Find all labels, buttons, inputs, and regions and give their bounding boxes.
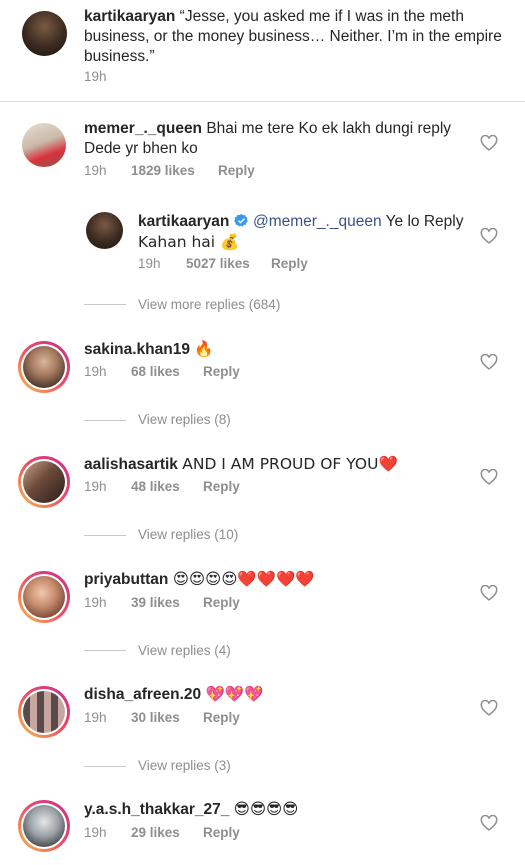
heart-outline-icon[interactable]: [480, 354, 498, 370]
view-more-replies[interactable]: View more replies (684): [138, 297, 280, 312]
story-ring-avatar[interactable]: [18, 456, 70, 508]
reply-avatar[interactable]: [86, 212, 123, 249]
view-replies-line: [84, 420, 126, 421]
comment-body-line1: Bhai me tere Ko ek lakh dungi reply: [206, 120, 452, 137]
reply-button[interactable]: Reply: [203, 710, 240, 725]
view-replies-line: [84, 535, 126, 536]
comment-body: 💖💖💖: [205, 685, 264, 703]
heart-outline-icon[interactable]: [480, 700, 498, 716]
comment-text: disha_afreen.20 💖💖💖: [84, 684, 263, 705]
story-ring-avatar[interactable]: [18, 686, 70, 738]
view-more-replies-line: [84, 304, 126, 305]
caption-line1: “Jesse, you asked me if I was in the met…: [179, 8, 464, 25]
heart-outline-icon[interactable]: [480, 135, 498, 151]
reply-text: kartikaaryan @memer_._queen Ye lo Reply …: [138, 212, 468, 253]
reply-button[interactable]: Reply: [203, 825, 240, 840]
reply-time: 19h: [138, 256, 161, 271]
comment-text: aalishasartik AND I AM PROUD OF YOU❤️: [84, 454, 398, 475]
comment-username[interactable]: sakina.khan19: [84, 341, 190, 358]
story-ring-avatar[interactable]: [18, 571, 70, 623]
story-ring-avatar[interactable]: [18, 800, 70, 852]
reply-mention[interactable]: @memer_._queen: [253, 213, 382, 230]
comment-time: 19h: [84, 479, 107, 494]
comment-likes[interactable]: 48 likes: [131, 479, 180, 494]
comment-body: 😎😎😎😎: [233, 800, 299, 818]
comment-time: 19h: [84, 595, 107, 610]
reply-username[interactable]: kartikaaryan: [138, 213, 229, 230]
comment-body: AND I AM PROUD OF YOU❤️: [182, 455, 398, 473]
verified-badge-icon: [233, 213, 248, 227]
story-ring-avatar[interactable]: [18, 341, 70, 393]
comment-body-line2: Dede yr bhen ko: [84, 140, 198, 157]
heart-outline-icon[interactable]: [480, 815, 498, 831]
comment-username[interactable]: priyabuttan: [84, 571, 168, 588]
caption-line3: business.”: [84, 48, 155, 65]
caption-avatar[interactable]: [22, 11, 67, 56]
comment-time: 19h: [84, 710, 107, 725]
comment-time: 19h: [84, 364, 107, 379]
caption-time: 19h: [84, 69, 107, 84]
view-replies[interactable]: View replies (10): [138, 527, 238, 542]
caption-text: kartikaaryan “Jesse, you asked me if I w…: [84, 7, 504, 67]
comment-username[interactable]: disha_afreen.20: [84, 686, 201, 703]
comment-time: 19h: [84, 825, 107, 840]
reply-button[interactable]: Reply: [203, 479, 240, 494]
heart-outline-icon[interactable]: [480, 585, 498, 601]
comment-username[interactable]: aalishasartik: [84, 456, 178, 473]
comment-likes[interactable]: 68 likes: [131, 364, 180, 379]
view-replies-line: [84, 766, 126, 767]
caption-username[interactable]: kartikaaryan: [84, 8, 175, 25]
heart-outline-icon[interactable]: [480, 469, 498, 485]
comment-username[interactable]: y.a.s.h_thakkar_27_: [84, 801, 229, 818]
heart-outline-icon[interactable]: [480, 228, 498, 244]
comment-likes[interactable]: 1829 likes: [131, 163, 195, 178]
comment-likes[interactable]: 39 likes: [131, 595, 180, 610]
comment-text: priyabuttan 😍😍😍😍❤️❤️❤️❤️: [84, 569, 315, 590]
reply-button[interactable]: Reply: [218, 163, 255, 178]
comment-likes[interactable]: 29 likes: [131, 825, 180, 840]
reply-likes[interactable]: 5027 likes: [186, 256, 250, 271]
reply-button[interactable]: Reply: [203, 364, 240, 379]
comment-text: sakina.khan19 🔥: [84, 339, 214, 360]
view-replies-line: [84, 650, 126, 651]
comment-body: 🔥: [194, 340, 214, 358]
view-replies[interactable]: View replies (4): [138, 643, 231, 658]
reply-reply-button[interactable]: Reply: [271, 256, 308, 271]
comment-likes[interactable]: 30 likes: [131, 710, 180, 725]
comment-avatar[interactable]: [22, 123, 66, 167]
view-replies[interactable]: View replies (3): [138, 758, 231, 773]
comment-text: memer_._queen Bhai me tere Ko ek lakh du…: [84, 119, 464, 159]
comment-username[interactable]: memer_._queen: [84, 120, 202, 137]
reply-body-line2: Kahan hai 💰: [138, 233, 240, 251]
reply-body-line1: Ye lo Reply: [381, 213, 464, 230]
comment-body: 😍😍😍😍❤️❤️❤️❤️: [172, 570, 315, 588]
caption-line2: business, or the money business… Neither…: [84, 28, 502, 45]
view-replies[interactable]: View replies (8): [138, 412, 231, 427]
reply-button[interactable]: Reply: [203, 595, 240, 610]
caption-divider: [0, 101, 525, 102]
comment-time: 19h: [84, 163, 107, 178]
comment-text: y.a.s.h_thakkar_27_ 😎😎😎😎: [84, 799, 298, 820]
